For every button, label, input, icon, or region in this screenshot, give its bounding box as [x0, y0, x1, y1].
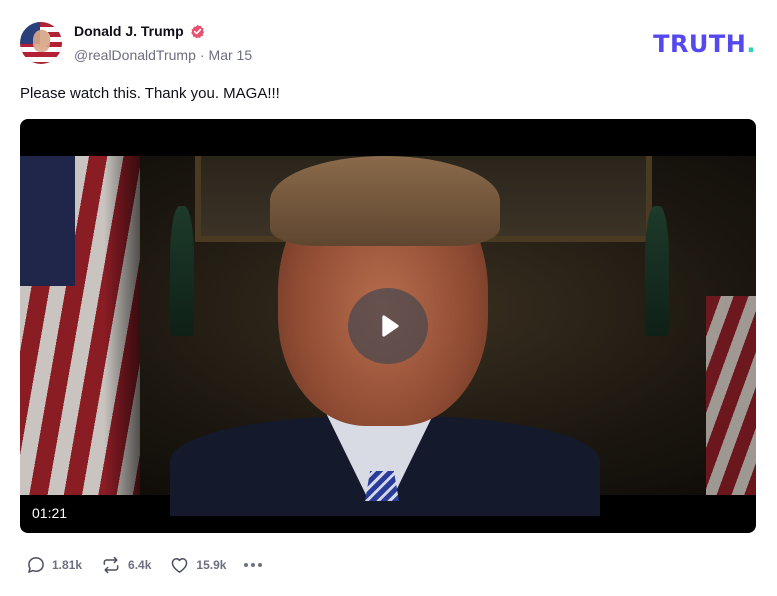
logo-dot: . [746, 30, 756, 58]
author-display-name[interactable]: Donald J. Trump [74, 23, 184, 39]
thumbnail-flag-left [20, 156, 140, 495]
play-button[interactable] [348, 288, 428, 364]
more-dot [251, 563, 256, 567]
author-name-row: Donald J. Trump [74, 23, 205, 39]
heart-icon [172, 558, 188, 573]
author-meta-row: @realDonaldTrump · Mar 15 [74, 47, 252, 63]
author-handle[interactable]: @realDonaldTrump [74, 47, 196, 63]
reply-button[interactable]: 1.81k [26, 555, 82, 575]
retruth-count: 6.4k [128, 558, 152, 572]
thumbnail-statue-right [645, 206, 669, 336]
post-text: Please watch this. Thank you. MAGA!!! [20, 85, 280, 102]
thumbnail-statue-left [170, 206, 194, 336]
meta-separator: · [199, 47, 205, 63]
truth-post: Donald J. Trump @realDonaldTrump · Mar 1… [0, 0, 777, 596]
post-date[interactable]: Mar 15 [209, 47, 253, 63]
verified-badge-icon [190, 24, 205, 39]
retruth-button[interactable]: 6.4k [100, 555, 151, 575]
video-duration: 01:21 [32, 505, 68, 521]
play-icon [382, 315, 399, 337]
more-dot [244, 563, 249, 567]
avatar-face [33, 30, 50, 52]
more-icon[interactable] [244, 555, 263, 575]
like-count: 15.9k [196, 558, 227, 572]
post-actions: 1.81k 6.4k 15.9k [26, 555, 263, 575]
thumbnail-subject-tie [365, 471, 399, 501]
video-player[interactable]: 01:21 [20, 119, 756, 533]
thumbnail-flag-right [706, 296, 756, 495]
logo-text: TRUTH [653, 30, 747, 58]
avatar[interactable] [20, 22, 62, 64]
truth-social-logo[interactable]: TRUTH. [653, 30, 756, 58]
reply-icon [28, 557, 44, 573]
reply-count: 1.81k [52, 558, 83, 572]
thumbnail-subject-hair [270, 156, 500, 246]
like-button[interactable]: 15.9k [169, 555, 226, 575]
more-dot [258, 563, 263, 567]
thumbnail-flag-canton [20, 156, 75, 286]
retruth-icon [103, 556, 119, 574]
